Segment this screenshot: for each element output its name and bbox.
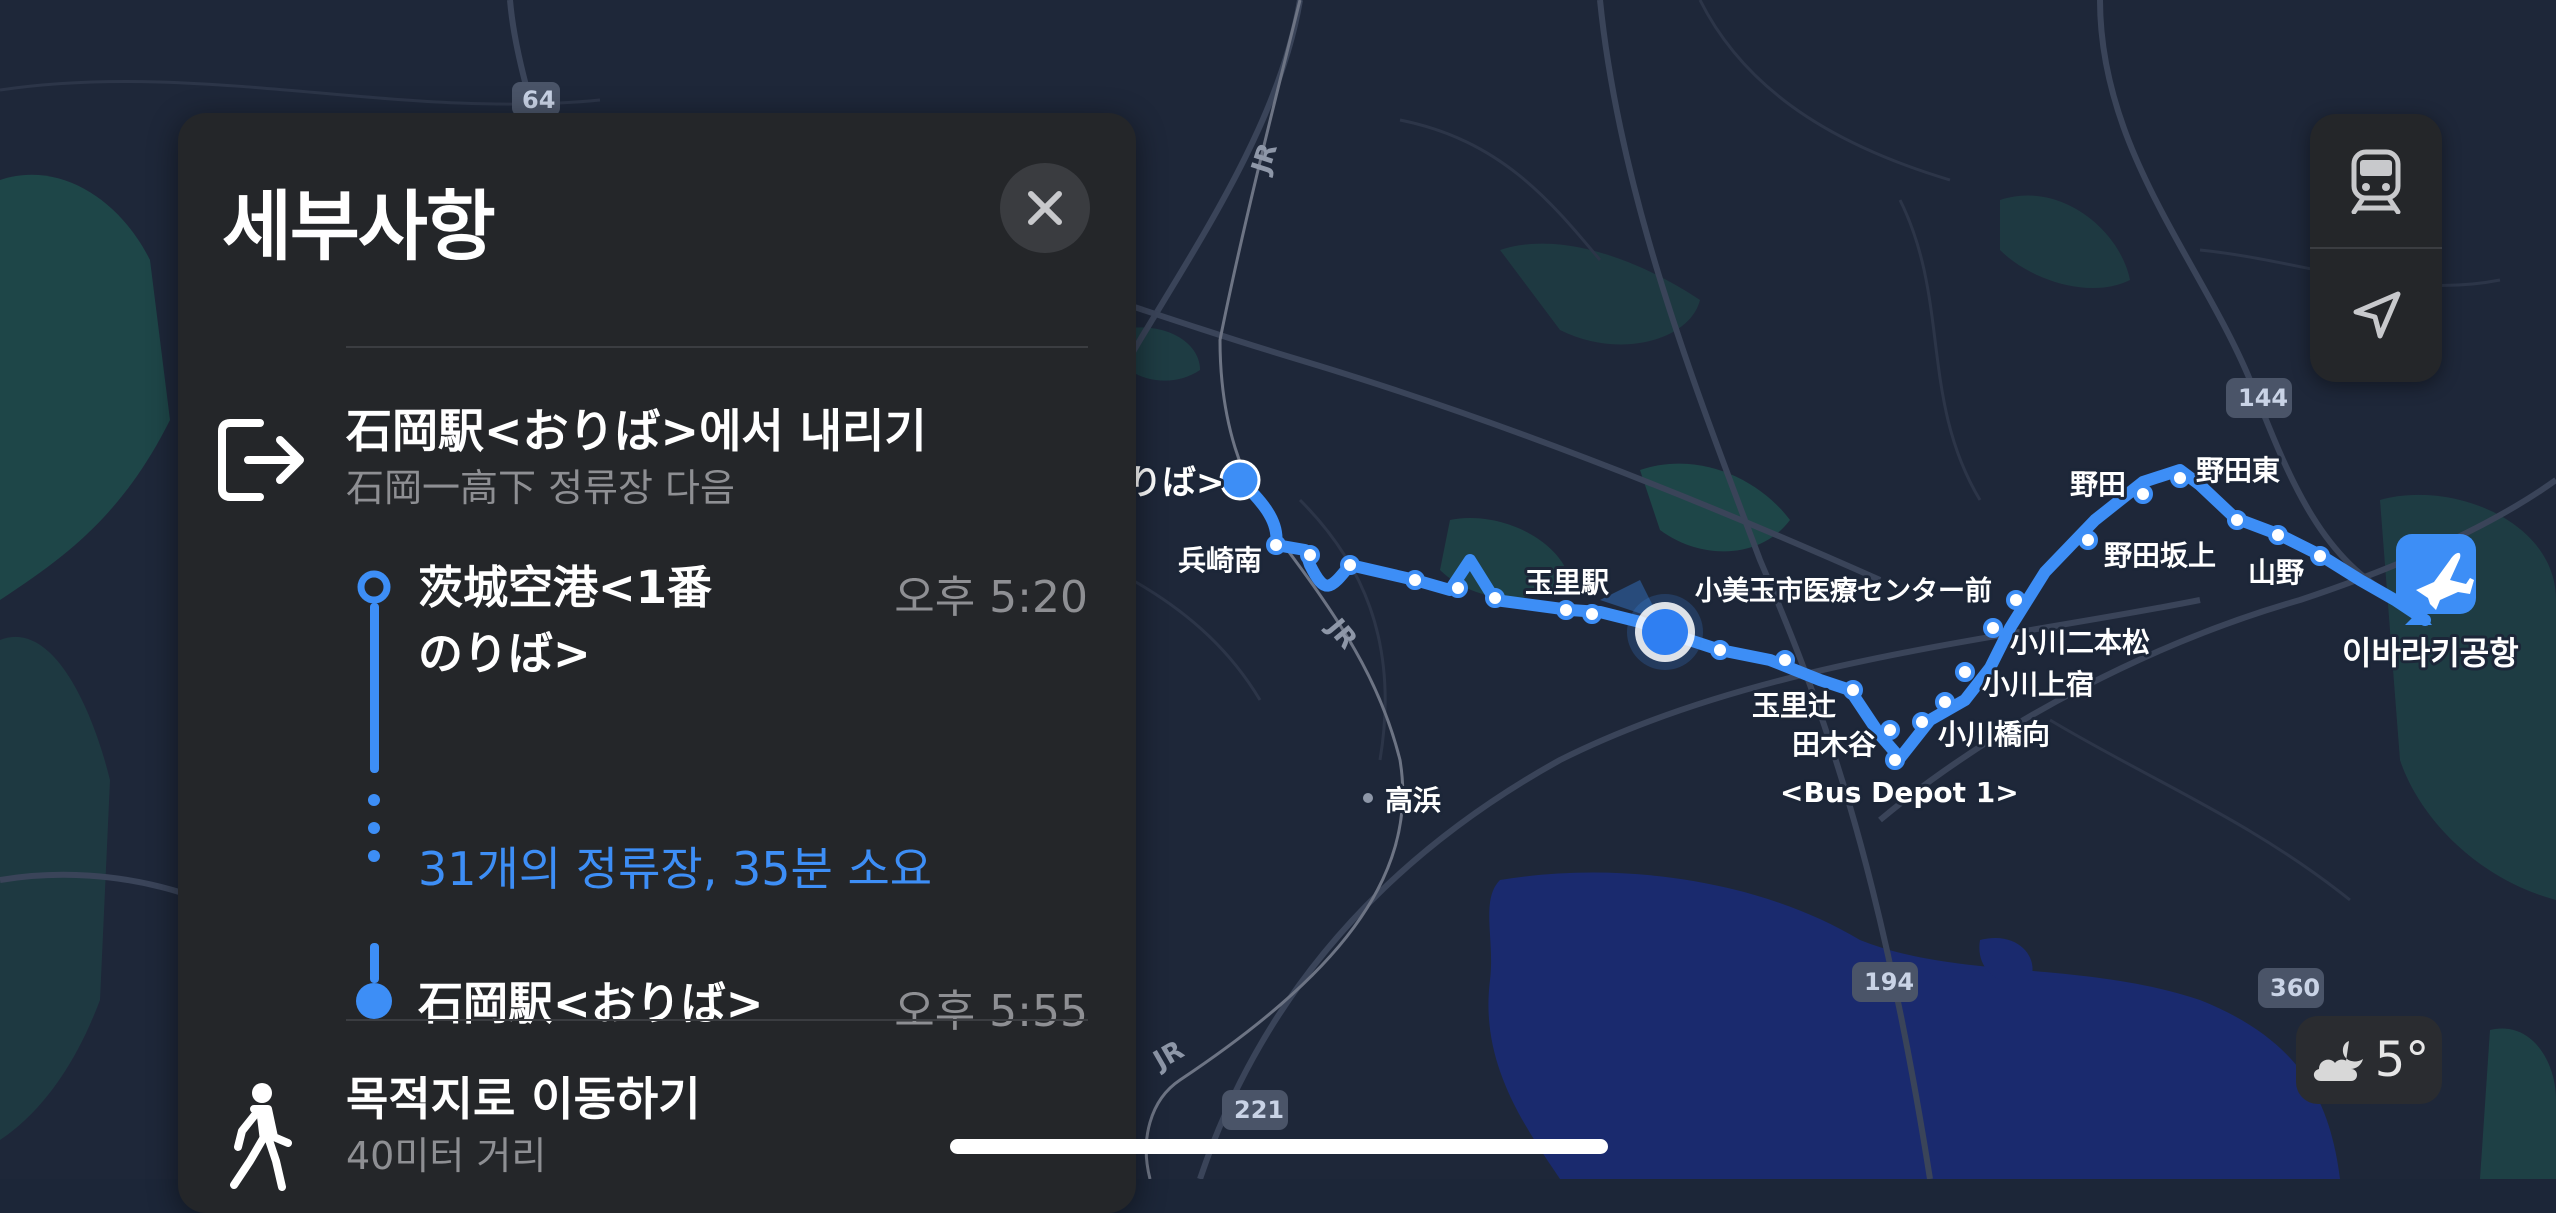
map-label-tamaritsuji: 玉里辻 (1752, 689, 1836, 722)
exit-title: 石岡駅<おりば>에서 내리기 (346, 404, 927, 458)
train-icon (2351, 149, 2401, 214)
exit-icon (218, 419, 304, 501)
panel-title: 세부사항 (222, 182, 496, 271)
details-panel: 세부사항 石岡駅<おりば>에서 내리기 石岡一高下 정류장 다음 茨城空港<1番… (178, 113, 1136, 1213)
svg-text:360: 360 (2270, 974, 2320, 1002)
start-stop-name: 茨城空港<1番 のりば> (418, 561, 713, 680)
current-location-button[interactable] (2310, 249, 2442, 382)
takahama-station-dot (1361, 791, 1375, 805)
map-label-bus-depot: <Bus Depot 1> (1780, 776, 2019, 809)
map-label-noda: 野田 (2070, 468, 2126, 501)
walk-subtitle: 40미터 거리 (346, 1134, 547, 1178)
weather-badge: 5° (2296, 1016, 2442, 1104)
svg-text:221: 221 (1234, 1096, 1284, 1124)
walking-person-icon (230, 1083, 292, 1191)
svg-text:144: 144 (2238, 384, 2288, 412)
partly-cloudy-night-icon (2313, 1041, 2363, 1081)
close-button[interactable] (1000, 163, 1090, 253)
map-label-tamari-eki: 玉里駅 (1525, 566, 1609, 599)
divider (346, 346, 1088, 348)
divider (346, 1019, 1088, 1021)
ride-timeline: 茨城空港<1番 のりば> 오후 5:20 31개의 정류장, 35분 소요 石岡… (178, 553, 1136, 1053)
map-label-noda-higashi: 野田東 (2196, 454, 2280, 487)
exit-subtitle: 石岡一高下 정류장 다음 (346, 466, 735, 510)
map-label-ogawa-nihonmatsu: 小川二本松 (2010, 626, 2150, 659)
map-label-takahama: 高浜 (1385, 784, 1441, 817)
start-stop-time: 오후 5:20 (894, 572, 1088, 623)
location-arrow-icon (2353, 291, 2401, 338)
map-label-hyozaki: 兵崎南 (1178, 544, 1262, 577)
svg-text:64: 64 (522, 86, 555, 114)
airport-pin[interactable] (2396, 534, 2476, 625)
current-location-marker (1627, 594, 1703, 670)
transit-mode-button[interactable] (2310, 114, 2442, 247)
stops-summary-link[interactable]: 31개의 정류장, 35분 소요 (418, 833, 932, 899)
end-stop-time: 오후 5:55 (894, 986, 1088, 1037)
map-label-omitama: 小美玉市医療センター前 (1695, 575, 1992, 607)
map-label-ogawa-hashimuko: 小川橋向 (1938, 718, 2050, 751)
map-label-yamano: 山野 (2248, 556, 2304, 589)
map-label-airport: 이바라키공항 (2342, 634, 2519, 672)
end-stop-name: 石岡駅<おりば> (418, 977, 764, 1030)
svg-text:194: 194 (1864, 968, 1914, 996)
close-icon (1028, 191, 1062, 225)
home-indicator[interactable] (950, 1139, 1608, 1154)
map-label-origin: りば> (1128, 463, 1225, 503)
alight-stop-marker[interactable] (1219, 459, 1261, 501)
walk-title: 목적지로 이동하기 (346, 1072, 701, 1126)
map-label-noda-sakaue: 野田坂上 (2104, 539, 2216, 572)
map-label-tagiya: 田木谷 (1792, 728, 1877, 761)
weather-temperature: 5° (2374, 1032, 2430, 1088)
map-controls (2310, 114, 2442, 382)
map-label-ogawa-kamijuku: 小川上宿 (1982, 668, 2094, 701)
